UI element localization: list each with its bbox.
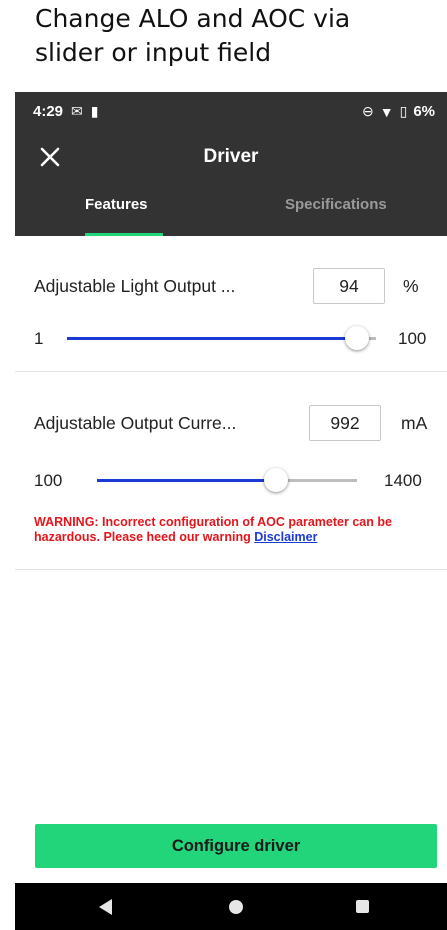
tab-bar: Features Specifications: [15, 184, 447, 236]
section-divider: [15, 569, 447, 570]
aoc-slider-thumb[interactable]: [264, 468, 289, 492]
wifi-icon: ▼: [379, 103, 394, 120]
battery-percent: 6%: [413, 103, 435, 120]
section-divider: [15, 371, 447, 372]
phone-screen: 4:29 ✉ ▮ ⊖ ▼ ▯ 6% Driver Features Specif…: [15, 92, 447, 930]
status-bar: 4:29 ✉ ▮ ⊖ ▼ ▯ 6%: [15, 92, 447, 132]
alo-slider-fill: [67, 337, 358, 340]
alo-max-label: 100: [398, 329, 427, 348]
notification-icon: ▮: [90, 103, 99, 119]
status-time: 4:29: [33, 103, 64, 120]
warning-message: WARNING: Incorrect configuration of AOC …: [34, 515, 439, 545]
back-icon[interactable]: [99, 899, 112, 915]
aoc-min-label: 100: [34, 471, 63, 490]
active-tab-indicator: [85, 233, 163, 236]
alo-min-label: 1: [34, 329, 44, 348]
recents-icon[interactable]: [356, 900, 369, 913]
gmail-icon: ✉: [71, 103, 83, 119]
alo-input[interactable]: 94: [313, 268, 385, 304]
aoc-unit: mA: [401, 413, 428, 433]
aoc-slider-fill: [97, 479, 277, 482]
caption-text: Change ALO and AOC via slider or input f…: [35, 4, 351, 67]
warning-text: WARNING: Incorrect configuration of AOC …: [34, 515, 392, 544]
aoc-label: Adjustable Output Curre...: [34, 413, 237, 433]
do-not-disturb-icon: ⊖: [362, 103, 374, 119]
aoc-max-label: 1400: [384, 471, 422, 490]
alo-slider-thumb[interactable]: [345, 326, 370, 350]
configure-driver-button[interactable]: Configure driver: [35, 824, 437, 868]
tab-features[interactable]: Features: [85, 196, 148, 213]
home-icon[interactable]: [229, 900, 243, 914]
app-bar: Driver: [15, 132, 447, 184]
battery-icon: ▯: [399, 103, 408, 119]
alo-unit: %: [403, 276, 419, 296]
tab-specifications[interactable]: Specifications: [285, 196, 387, 213]
disclaimer-link[interactable]: Disclaimer: [254, 530, 317, 544]
alo-label: Adjustable Light Output ...: [34, 276, 236, 296]
page-title: Driver: [203, 146, 259, 167]
aoc-input[interactable]: 992: [309, 405, 381, 441]
system-nav-bar: [15, 883, 447, 930]
